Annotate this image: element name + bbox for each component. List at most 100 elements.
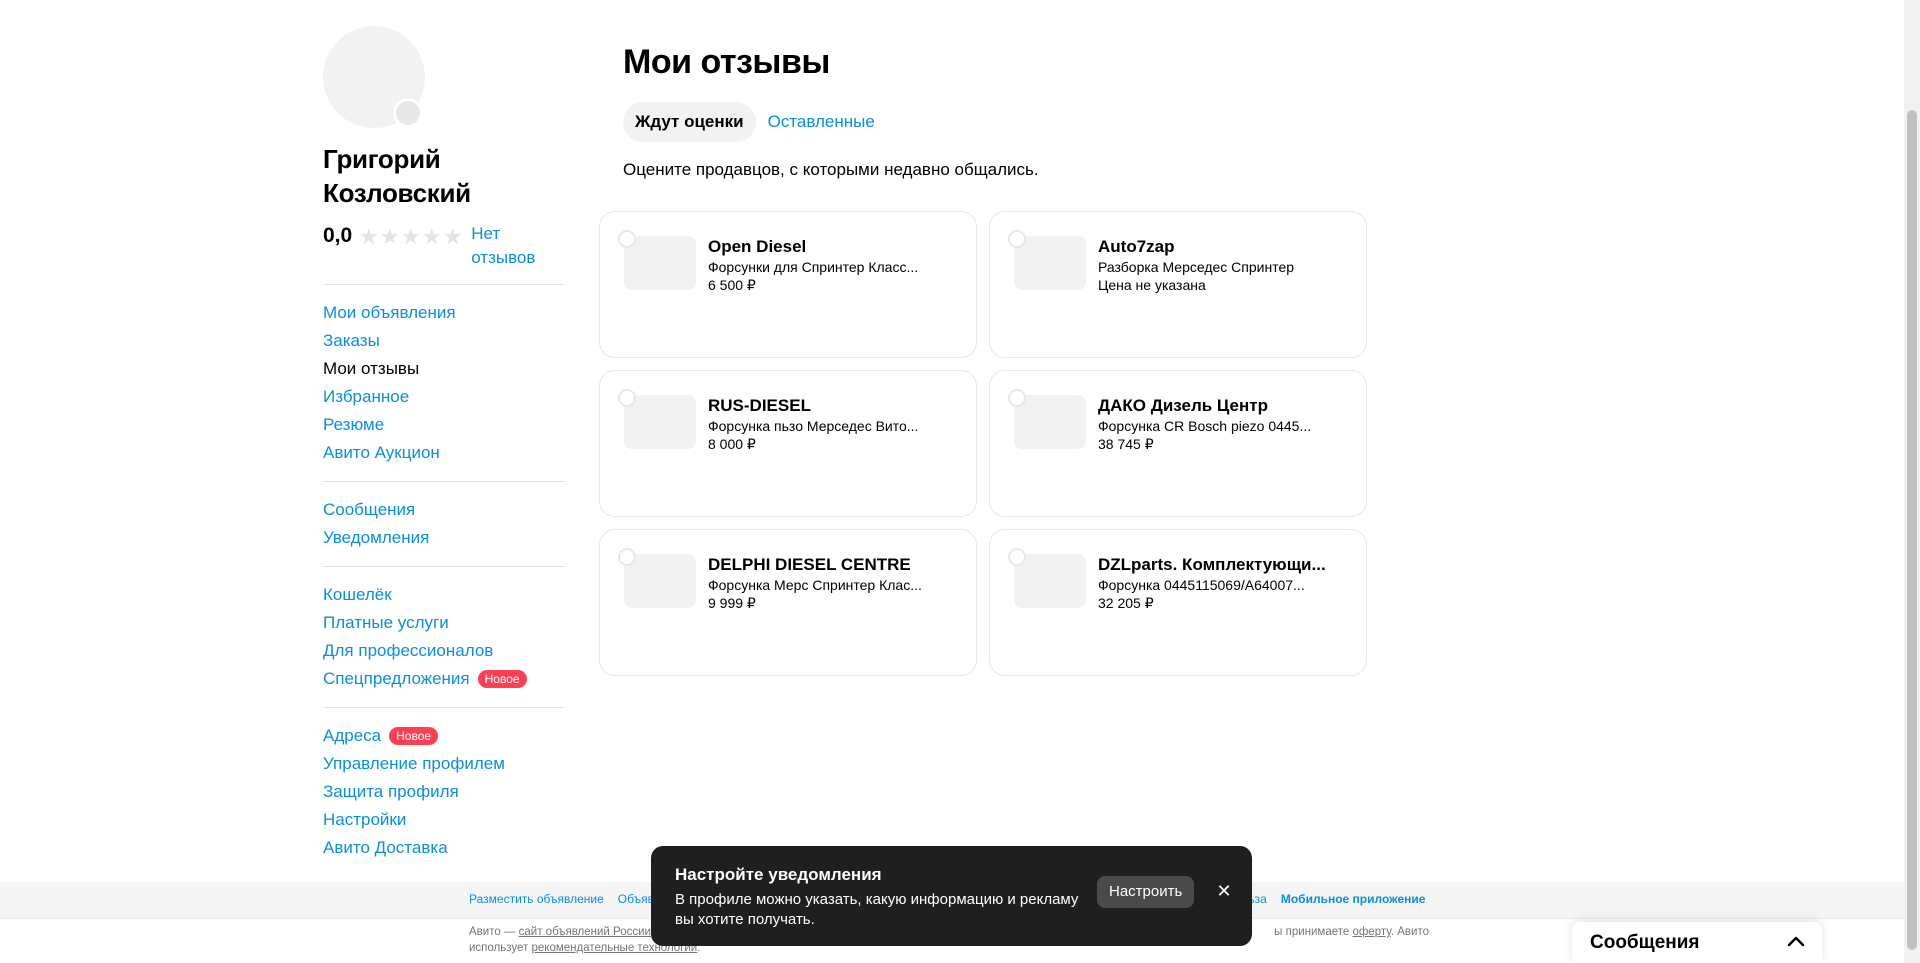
nav-item-special-offers-row: Спецпредложения Новое [323,665,565,693]
card-body: Auto7zap Разборка Мерседес Спринтер Цена… [1098,236,1328,294]
seller-avatar [618,548,636,566]
configure-button[interactable]: Настроить [1097,876,1195,908]
footer-link-offer[interactable]: оферту [1352,926,1390,938]
nav-item-settings[interactable]: Настройки [323,806,565,834]
footer-text: . Авито [1390,926,1429,938]
item-price: 6 500 ₽ [708,277,756,293]
item-price: 9 999 ₽ [708,595,756,611]
no-reviews-link[interactable]: Нет отзывов [471,222,551,270]
nav-item-profile-management[interactable]: Управление профилем [323,750,565,778]
avatar-edit-badge[interactable] [393,98,423,128]
star-icon: ★ [400,224,421,249]
page-scrollbar[interactable] [1904,0,1920,963]
scrollbar-thumb[interactable] [1907,110,1917,950]
main-content: Мои отзывы Ждут оценки Оставленные Оцени… [623,40,1039,182]
seller-name: Open Diesel [708,237,807,256]
divider [323,707,565,708]
seller-avatar [1008,548,1026,566]
notification-toast: Настройте уведомления В профиле можно ук… [651,846,1252,946]
chevron-up-icon[interactable] [1784,930,1808,954]
nav-item-special-offers[interactable]: Спецпредложения [323,665,470,693]
card-body: Open Diesel Форсунки для Спринтер Класс.… [708,236,938,294]
nav-item-avito-delivery[interactable]: Авито Доставка [323,834,565,862]
seller-card[interactable]: ДАКО Дизель Центр Форсунка CR Bosch piez… [989,370,1367,517]
nav-item-addresses-row: Адреса Новое [323,722,565,750]
toast-text: В профиле можно указать, какую информаци… [675,891,1079,928]
footer-text: Авито — [469,926,519,938]
star-icon: ★ [379,224,400,249]
seller-name: DELPHI DIESEL CENTRE [708,555,911,574]
seller-card[interactable]: Open Diesel Форсунки для Спринтер Класс.… [599,211,977,358]
seller-card[interactable]: DELPHI DIESEL CENTRE Форсунка Мерс Сприн… [599,529,977,676]
item-thumbnail [1014,395,1086,449]
divider [323,481,565,482]
user-name: Григорий Козловский [323,144,471,208]
card-body: DZLparts. Комплектующи... Форсунка 04451… [1098,554,1328,612]
footer-links-right: ользa Мобильное приложение [1235,890,1425,908]
item-thumbnail [624,236,696,290]
new-badge: Новое [389,727,439,745]
nav-item-resume[interactable]: Резюме [323,411,565,439]
star-icon: ★ [421,224,442,249]
nav-item-profile-protection[interactable]: Защита профиля [323,778,565,806]
item-price: Цена не указана [1098,277,1206,293]
nav-item-messages[interactable]: Сообщения [323,496,565,524]
tab-left-reviews[interactable]: Оставленные [756,102,887,142]
seller-cards-grid: Open Diesel Форсунки для Спринтер Класс.… [599,211,1367,676]
footer-link-place-ad[interactable]: Разместить объявление [469,890,604,908]
nav-group-finance: Кошелёк Платные услуги Для профессионало… [323,581,565,693]
star-icon: ★ [358,224,379,249]
nav-item-paid-services[interactable]: Платные услуги [323,609,565,637]
messenger-widget[interactable]: Сообщения [1572,922,1822,963]
seller-name: DZLparts. Комплектующи... [1098,555,1326,574]
footer-text: ы принимаете [1274,926,1353,938]
nav-group-main: Мои объявления Заказы Мои отзывы Избранн… [323,299,565,467]
seller-card[interactable]: Auto7zap Разборка Мерседес Спринтер Цена… [989,211,1367,358]
item-price: 32 205 ₽ [1098,595,1154,611]
card-body: ДАКО Дизель Центр Форсунка CR Bosch piez… [1098,395,1328,453]
item-thumbnail [1014,554,1086,608]
item-thumbnail [624,395,696,449]
item-title: Форсунка CR Bosch piezo 0445... [1098,418,1312,434]
item-title: Форсунка пьзо Мерседес Вито... [708,418,919,434]
footer-link-ads[interactable]: Объяв [618,890,654,908]
rating-row: 0,0 ★ ★ ★ ★ ★ Нет отзывов [323,222,565,270]
seller-card[interactable]: DZLparts. Комплектующи... Форсунка 04451… [989,529,1367,676]
item-thumbnail [624,554,696,608]
avatar-container[interactable] [323,26,425,128]
seller-name: Auto7zap [1098,237,1175,256]
review-tabs: Ждут оценки Оставленные [623,102,1039,142]
nav-item-addresses[interactable]: Адреса [323,722,381,750]
footer-links: Разместить объявление Объяв [469,890,654,908]
item-title: Форсунка 0445115069/A64007... [1098,577,1305,593]
footer-legal-right: ы принимаете оферту. Авито [1274,924,1429,940]
seller-avatar [1008,230,1026,248]
nav-group-communication: Сообщения Уведомления [323,496,565,552]
footer-link-mobile-app[interactable]: Мобильное приложение [1281,890,1426,908]
page-subtitle: Оцените продавцов, с которыми недавно об… [623,160,1039,179]
item-title: Форсунки для Спринтер Класс... [708,259,919,275]
footer-link-site[interactable]: сайт объявлений России [519,926,651,938]
nav-item-my-reviews[interactable]: Мои отзывы [323,355,565,383]
item-price: 38 745 ₽ [1098,436,1154,452]
item-thumbnail [1014,236,1086,290]
close-icon[interactable]: ✕ [1213,880,1235,902]
nav-item-favorites[interactable]: Избранное [323,383,565,411]
seller-name: RUS-DIESEL [708,396,811,415]
nav-item-for-professionals[interactable]: Для профессионалов [323,637,565,665]
nav-item-wallet[interactable]: Кошелёк [323,581,565,609]
new-badge: Новое [477,670,527,688]
messenger-title: Сообщения [1590,932,1700,953]
nav-item-notifications[interactable]: Уведомления [323,524,565,552]
star-icon: ★ [442,224,463,249]
tab-awaiting-rating[interactable]: Ждут оценки [623,102,756,142]
card-body: RUS-DIESEL Форсунка пьзо Мерседес Вито..… [708,395,938,453]
item-title: Разборка Мерседес Спринтер [1098,259,1295,275]
nav-item-auction[interactable]: Авито Аукцион [323,439,565,467]
item-title: Форсунка Мерс Спринтер Клас... [708,577,922,593]
nav-item-orders[interactable]: Заказы [323,327,565,355]
footer-text: использует [469,942,532,954]
seller-card[interactable]: RUS-DIESEL Форсунка пьзо Мерседес Вито..… [599,370,977,517]
nav-item-my-ads[interactable]: Мои объявления [323,299,565,327]
page-title: Мои отзывы [623,43,830,81]
